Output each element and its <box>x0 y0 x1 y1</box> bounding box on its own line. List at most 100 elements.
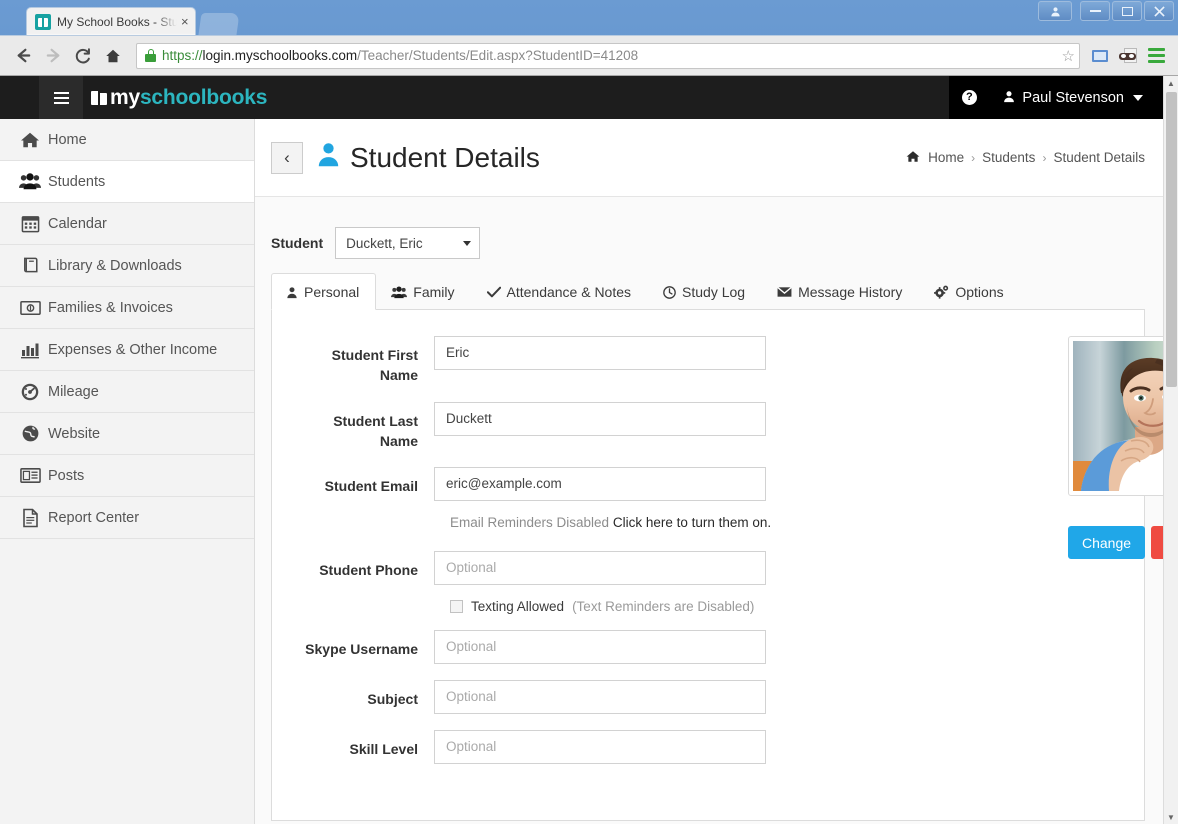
tab-family[interactable]: Family <box>376 273 471 310</box>
phone-input[interactable]: Optional <box>434 551 766 585</box>
back-navigation-icon[interactable] <box>8 41 38 71</box>
main-content: ‹ Student Details Home › <box>255 119 1163 824</box>
question-mark-icon: ? <box>962 90 977 105</box>
scrollbar-thumb[interactable] <box>1166 92 1177 387</box>
clock-icon <box>663 286 676 299</box>
gears-icon <box>934 285 949 299</box>
new-tab-button[interactable] <box>198 13 239 35</box>
texting-allowed-row: Texting Allowed (Text Reminders are Disa… <box>450 599 1034 614</box>
tab-personal[interactable]: Personal <box>271 273 376 310</box>
bookmark-star-icon[interactable]: ☆ <box>1062 47 1075 65</box>
chrome-menu-icon[interactable] <box>1142 41 1170 71</box>
tab-close-icon[interactable]: × <box>181 15 189 28</box>
field-row-phone: Student Phone Optional <box>294 551 1034 585</box>
address-bar[interactable]: https://login.myschoolbooks.com/Teacher/… <box>136 43 1080 69</box>
sidebar-item-label: Expenses & Other Income <box>48 342 217 358</box>
email-reminders-note: Email Reminders Disabled Click here to t… <box>450 513 780 533</box>
cast-icon[interactable] <box>1086 41 1114 71</box>
first-name-input[interactable]: Eric <box>434 336 766 370</box>
student-picker-label: Student <box>271 235 323 251</box>
sidebar-item-students[interactable]: Students <box>0 161 254 203</box>
browser-tab-title: My School Books - Studen <box>57 15 177 29</box>
scroll-up-arrow-icon[interactable]: ▲ <box>1164 76 1178 91</box>
page-scrollbar[interactable]: ▲ ▼ <box>1163 76 1178 824</box>
tab-attendance-notes[interactable]: Attendance & Notes <box>472 273 649 310</box>
tab-label: Attendance & Notes <box>507 284 632 300</box>
sidebar-item-label: Families & Invoices <box>48 300 173 316</box>
sidebar-item-posts[interactable]: Posts <box>0 455 254 497</box>
sidebar-item-expenses-other-income[interactable]: Expenses & Other Income <box>0 329 254 371</box>
browser-tab[interactable]: My School Books - Studen × <box>26 7 196 35</box>
student-picker-row: Student Duckett, Eric <box>271 227 1145 259</box>
brand-logo[interactable]: myschoolbooks <box>91 76 267 119</box>
skype-input[interactable]: Optional <box>434 630 766 664</box>
field-row-first-name: Student First Name Eric <box>294 336 1034 386</box>
calendar-icon <box>12 214 48 233</box>
bar-chart-icon <box>12 341 48 359</box>
help-button[interactable]: ? <box>949 76 989 119</box>
sidebar-item-report-center[interactable]: Report Center <box>0 497 254 539</box>
clear-photo-button[interactable]: Clear <box>1151 526 1163 559</box>
field-row-skill-level: Skill Level Optional <box>294 730 1034 764</box>
window-controls <box>1038 1 1174 21</box>
chevron-down-icon <box>463 241 471 246</box>
last-name-input[interactable]: Duckett <box>434 402 766 436</box>
browser-toolbar: https://login.myschoolbooks.com/Teacher/… <box>0 35 1178 75</box>
texting-allowed-label: Texting Allowed <box>471 599 564 614</box>
incognito-icon[interactable] <box>1114 41 1142 71</box>
breadcrumb-item-students[interactable]: Students <box>982 150 1035 165</box>
phone-label: Student Phone <box>294 551 434 580</box>
url-path: /Teacher/Students/Edit.aspx?StudentID=41… <box>357 48 638 63</box>
breadcrumb-item-home[interactable]: Home <box>928 150 964 165</box>
subject-input[interactable]: Optional <box>434 680 766 714</box>
texting-allowed-sublabel: (Text Reminders are Disabled) <box>572 599 754 614</box>
back-button[interactable]: ‹ <box>271 142 303 174</box>
person-icon[interactable] <box>1038 1 1072 21</box>
reload-icon[interactable] <box>68 41 98 71</box>
users-icon <box>391 286 407 299</box>
app-header: myschoolbooks ? Paul Stevenson <box>0 76 1163 119</box>
url-scheme: https:// <box>162 48 203 63</box>
browser-window: My School Books - Studen × <box>0 0 1178 824</box>
skill-level-input[interactable]: Optional <box>434 730 766 764</box>
minimize-icon[interactable] <box>1080 1 1110 21</box>
chevron-down-icon <box>1133 95 1143 101</box>
header-right-group: ? Paul Stevenson <box>949 76 1163 119</box>
change-photo-button[interactable]: Change <box>1068 526 1145 559</box>
file-icon <box>12 508 48 528</box>
url-text: https://login.myschoolbooks.com/Teacher/… <box>162 48 1056 63</box>
tab-study-log[interactable]: Study Log <box>648 273 762 310</box>
user-menu[interactable]: Paul Stevenson <box>993 76 1149 119</box>
tab-label: Personal <box>304 284 359 300</box>
url-host: login.myschoolbooks.com <box>203 48 358 63</box>
email-input[interactable]: eric@example.com <box>434 467 766 501</box>
email-reminders-toggle-link[interactable]: Click here to turn them on. <box>613 515 771 530</box>
sidebar-item-families-invoices[interactable]: Families & Invoices <box>0 287 254 329</box>
texting-allowed-checkbox[interactable] <box>450 600 463 613</box>
sidebar-item-mileage[interactable]: Mileage <box>0 371 254 413</box>
sidebar-item-label: Website <box>48 426 100 442</box>
close-icon[interactable] <box>1144 1 1174 21</box>
sidebar-item-home[interactable]: Home <box>0 119 254 161</box>
tab-label: Study Log <box>682 284 745 300</box>
breadcrumb-separator: › <box>971 151 975 165</box>
newspaper-icon <box>12 467 48 484</box>
sidebar-item-website[interactable]: Website <box>0 413 254 455</box>
page-title-text: Student Details <box>350 142 540 174</box>
tab-message-history[interactable]: Message History <box>762 273 919 310</box>
sidebar-item-calendar[interactable]: Calendar <box>0 203 254 245</box>
forward-navigation-icon <box>38 41 68 71</box>
field-row-last-name: Student Last Name Duckett <box>294 402 1034 452</box>
user-icon <box>286 286 298 299</box>
sidebar-item-label: Students <box>48 174 105 190</box>
tab-label: Family <box>413 284 454 300</box>
sidebar-toggle-hamburger-icon[interactable] <box>39 76 83 119</box>
home-icon[interactable] <box>98 41 128 71</box>
tab-options[interactable]: Options <box>919 273 1020 310</box>
sidebar-item-library-downloads[interactable]: Library & Downloads <box>0 245 254 287</box>
form-column: Student First Name Eric Student Last Nam… <box>294 336 1034 780</box>
student-select[interactable]: Duckett, Eric <box>335 227 480 259</box>
field-row-subject: Subject Optional <box>294 680 1034 714</box>
maximize-icon[interactable] <box>1112 1 1142 21</box>
scroll-down-arrow-icon[interactable]: ▼ <box>1164 810 1178 824</box>
